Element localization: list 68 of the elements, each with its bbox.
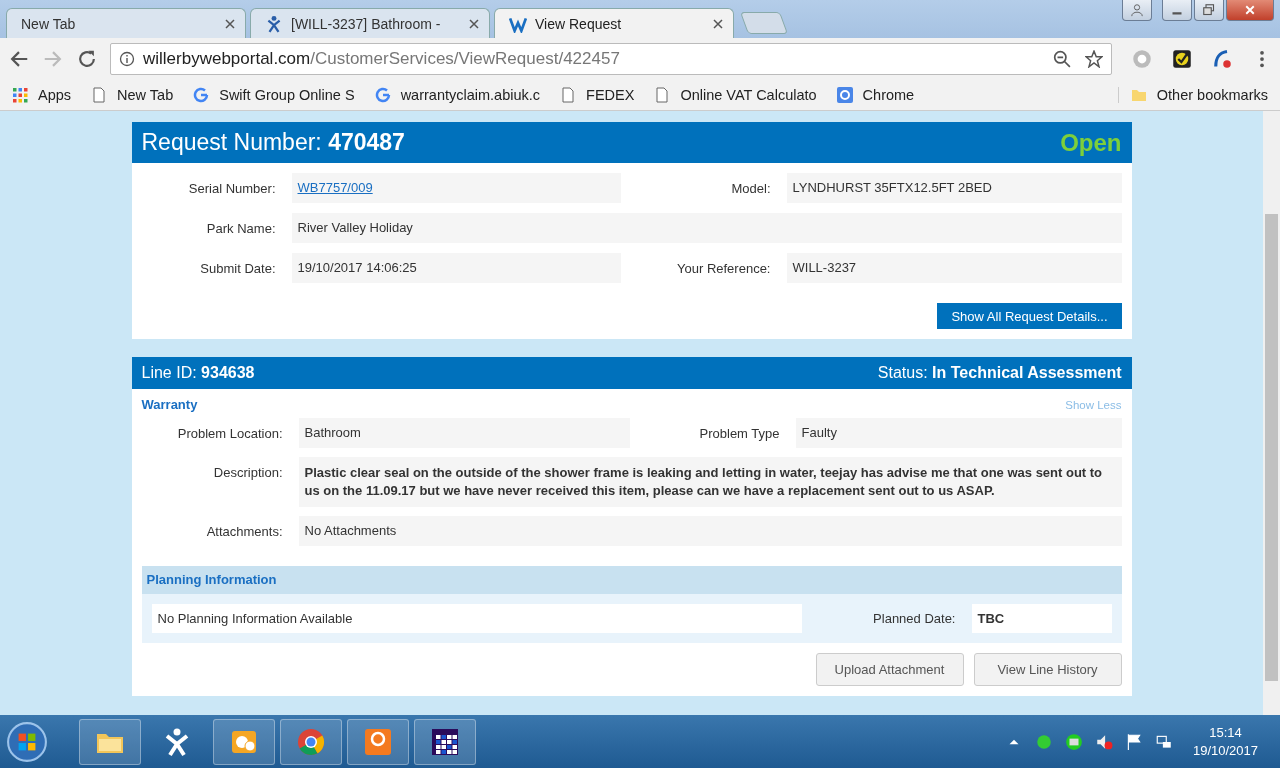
field-value: LYNDHURST 35FTX12.5FT 2BED [786,173,1122,203]
close-icon[interactable] [1226,0,1274,21]
close-icon[interactable] [469,18,479,29]
close-icon[interactable] [225,18,235,29]
browser-tab[interactable]: [WILL-3237] Bathroom - [250,8,490,38]
field-label: Your Reference: [676,260,772,276]
bookmark[interactable]: Online VAT Calculato [654,87,817,103]
field-value: 19/10/2017 14:06:25 [291,253,621,283]
google-icon [836,87,853,103]
line-id: Line ID: 934638 [141,364,255,382]
start-button[interactable] [6,720,48,763]
field-value: Bathroom [298,418,630,448]
status-label: Open [1060,128,1122,157]
bookmark[interactable]: Apps [12,87,72,103]
minimize-icon[interactable] [1162,0,1192,21]
browser-tab[interactable]: View Request [494,8,734,38]
star-icon[interactable] [1085,50,1103,68]
bookmark[interactable]: Swift Group Online S [193,87,355,103]
zoom-out-icon[interactable] [1053,50,1071,68]
field-label: Problem Location: [176,425,284,441]
action-button[interactable]: View Line History [973,653,1122,686]
close-icon[interactable] [713,18,723,29]
clock[interactable]: 15:14 19/10/2017 [1192,723,1258,760]
action-button[interactable]: Upload Attachment [815,653,964,686]
bookmark[interactable]: FEDEX [560,87,635,103]
person-icon [265,14,283,33]
section-title: Warranty [141,397,198,412]
google-icon [193,87,210,103]
address-bar[interactable]: willerbywebportal.com/CustomerServices/ViewRequest/422457 [110,43,1112,75]
status-dot-icon[interactable] [1034,732,1053,751]
field-label: Park Name: [205,220,277,236]
folder-icon [1130,87,1147,103]
field-value: Faulty [795,418,1122,448]
field-label: Attachments: [205,523,284,539]
field-value: No Attachments [298,516,1122,546]
user-icon[interactable] [1122,0,1152,21]
field-label: Serial Number: [187,180,277,196]
show-details-button[interactable]: Show All Request Details... [937,303,1122,329]
field-value: WILL-3237 [786,253,1122,283]
field-label: Planned Date: [872,611,957,626]
planning-title: Planning Information [141,566,1122,594]
planned-date: TBC [971,604,1112,633]
planning-message: No Planning Information Available [151,604,802,633]
serial-link[interactable]: WB7757/009 [297,180,373,195]
page-icon [91,87,108,103]
maximize-icon[interactable] [1194,0,1224,21]
reload-icon[interactable] [76,48,98,70]
field-value: River Valley Holiday [291,213,1122,243]
google-icon [374,87,391,103]
bookmark[interactable]: Chrome [836,87,915,103]
field-label: Submit Date: [199,260,277,276]
taskbar-button[interactable] [414,718,476,765]
scrollbar[interactable] [1263,111,1280,715]
page-icon [654,87,671,103]
browser-tab[interactable]: New Tab [6,8,246,38]
page-icon [560,87,577,103]
field-label: Problem Type [698,425,781,441]
checkmark-icon[interactable] [1172,49,1192,69]
apps-grid-icon [12,87,28,103]
info-icon [119,51,135,67]
field-label: Description: [212,464,284,480]
field-label: Model: [730,180,772,196]
bookmark[interactable]: New Tab [91,87,174,103]
field-value: Plastic clear seal on the outside of the shower frame is leaking and letting in water, teejay has advise me that one was sent out to us on the 11.09.17 but we have never received this item, please can we have a replacement sent out to us ASAP. [298,457,1122,507]
request-number: Request Number: 470487 [141,129,405,156]
line-status: Status: In Technical Assessment [877,364,1122,382]
bookmark-folder[interactable]: Other bookmarks [1117,87,1268,103]
bookmark[interactable]: warrantyclaim.abiuk.c [374,87,541,103]
